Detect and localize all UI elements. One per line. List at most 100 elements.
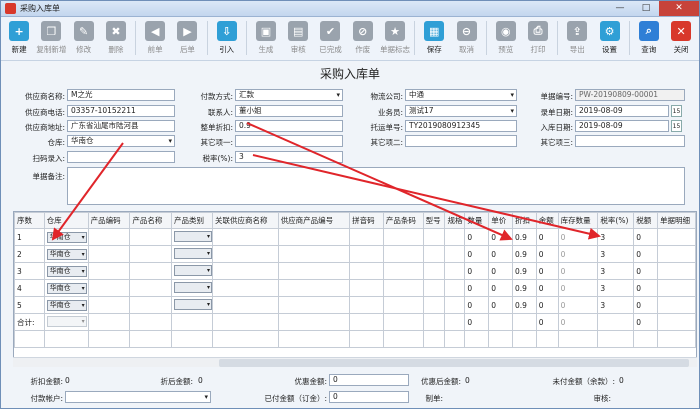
table-cell[interactable] bbox=[349, 279, 384, 297]
other2-field[interactable] bbox=[405, 135, 517, 147]
column-header[interactable]: 税额 bbox=[633, 212, 659, 229]
category-combo[interactable] bbox=[174, 281, 212, 293]
table-cell[interactable] bbox=[349, 262, 384, 280]
tax-amount-cell[interactable]: 0 bbox=[633, 245, 659, 263]
price-cell[interactable]: 0 bbox=[488, 279, 513, 297]
table-cell[interactable] bbox=[422, 245, 446, 263]
toolbar-copy-new-button[interactable]: ❐ 复制新增 bbox=[35, 21, 67, 55]
quantity-cell[interactable]: 0 bbox=[464, 279, 490, 297]
table-cell[interactable] bbox=[277, 296, 351, 314]
pay-account-select[interactable] bbox=[65, 391, 211, 403]
tax-amount-cell[interactable]: 0 bbox=[633, 279, 659, 297]
table-cell[interactable] bbox=[349, 296, 384, 314]
column-header[interactable]: 产品名称 bbox=[129, 212, 173, 229]
detail-cell[interactable] bbox=[657, 296, 696, 314]
product-category-cell[interactable] bbox=[171, 279, 214, 297]
scrollbar-thumb[interactable] bbox=[219, 359, 689, 367]
table-cell[interactable] bbox=[444, 228, 466, 246]
toolbar-preview-button[interactable]: ◉ 预览 bbox=[490, 21, 522, 55]
table-cell[interactable] bbox=[277, 279, 351, 297]
category-combo[interactable] bbox=[174, 230, 212, 242]
toolbar-print-button[interactable]: ⎙ 打印 bbox=[522, 21, 554, 55]
category-combo[interactable] bbox=[174, 298, 212, 310]
product-code-cell[interactable] bbox=[87, 228, 131, 246]
table-row[interactable]: 2华南仓000.90030 bbox=[14, 245, 696, 263]
toolbar-flag-button[interactable]: ★ 单据标志 bbox=[379, 21, 411, 55]
supplier-address-field[interactable]: 广东省汕尾市陆河县 bbox=[67, 120, 175, 132]
column-header[interactable]: 税率(%) bbox=[597, 212, 635, 229]
toolbar-audit-button[interactable]: ▤ 审核 bbox=[282, 21, 314, 55]
minimize-button[interactable]: — bbox=[607, 1, 633, 16]
pay-method-select[interactable]: 汇款 bbox=[235, 89, 343, 101]
product-code-cell[interactable] bbox=[87, 279, 131, 297]
toolbar-void-button[interactable]: ⊘ 作废 bbox=[347, 21, 379, 55]
warehouse-cell[interactable]: 华南仓 bbox=[43, 279, 89, 297]
warehouse-combo[interactable]: 华南仓 bbox=[46, 231, 87, 243]
paid-amount-field[interactable]: 0 bbox=[329, 391, 409, 403]
amount-cell[interactable]: 0 bbox=[535, 279, 559, 297]
column-header[interactable]: 产品类别 bbox=[171, 212, 214, 229]
category-combo[interactable] bbox=[174, 264, 212, 276]
table-cell[interactable] bbox=[422, 296, 446, 314]
table-cell[interactable] bbox=[382, 296, 424, 314]
product-category-cell[interactable] bbox=[171, 262, 214, 280]
remark-textarea[interactable] bbox=[67, 167, 685, 205]
quantity-cell[interactable]: 0 bbox=[464, 262, 490, 280]
column-header[interactable]: 规格 bbox=[444, 212, 466, 229]
discount-cell[interactable]: 0.9 bbox=[512, 279, 537, 297]
toolbar-delete-button[interactable]: ✖ 删除 bbox=[100, 21, 132, 55]
tax-amount-cell[interactable]: 0 bbox=[633, 296, 659, 314]
detail-cell[interactable] bbox=[657, 245, 696, 263]
toolbar-import-button[interactable]: ⇩ 引入 bbox=[211, 21, 243, 55]
toolbar-settings-button[interactable]: ⚙ 设置 bbox=[593, 21, 625, 55]
tax-rate-cell[interactable]: 3 bbox=[597, 245, 635, 263]
table-cell[interactable] bbox=[444, 262, 466, 280]
product-name-cell[interactable] bbox=[129, 245, 173, 263]
warehouse-combo[interactable]: 华南仓 bbox=[46, 248, 87, 260]
price-cell[interactable]: 0 bbox=[488, 245, 513, 263]
toolbar-generate-button[interactable]: ▣ 生成 bbox=[250, 21, 282, 55]
product-code-cell[interactable] bbox=[87, 262, 131, 280]
product-category-cell[interactable] bbox=[171, 296, 214, 314]
table-cell[interactable] bbox=[277, 228, 351, 246]
table-cell[interactable] bbox=[382, 245, 424, 263]
salesman-select[interactable]: 测试17 bbox=[405, 105, 517, 117]
column-header[interactable]: 折扣 bbox=[512, 212, 537, 229]
toolbar-cancel-button[interactable]: ⊖ 取消 bbox=[450, 21, 482, 55]
table-cell[interactable] bbox=[444, 245, 466, 263]
table-cell[interactable] bbox=[349, 228, 384, 246]
column-header[interactable]: 供应商产品编号 bbox=[277, 212, 351, 229]
price-cell[interactable]: 0 bbox=[488, 228, 513, 246]
table-cell[interactable] bbox=[212, 245, 279, 263]
table-cell[interactable] bbox=[382, 279, 424, 297]
column-header[interactable]: 单价 bbox=[488, 212, 513, 229]
warehouse-cell[interactable]: 华南仓 bbox=[43, 245, 89, 263]
table-row[interactable]: 5华南仓000.90030 bbox=[14, 296, 696, 314]
warehouse-combo[interactable]: 华南仓 bbox=[46, 282, 87, 294]
column-header[interactable]: 库存数量 bbox=[557, 212, 599, 229]
amount-cell[interactable]: 0 bbox=[535, 262, 559, 280]
product-name-cell[interactable] bbox=[129, 279, 173, 297]
toolbar-edit-button[interactable]: ✎ 修改 bbox=[68, 21, 100, 55]
discount-cell[interactable]: 0.9 bbox=[512, 245, 537, 263]
product-name-cell[interactable] bbox=[129, 296, 173, 314]
table-cell[interactable] bbox=[277, 262, 351, 280]
column-header[interactable]: 序数 bbox=[14, 212, 45, 229]
tax-rate-cell[interactable]: 3 bbox=[597, 228, 635, 246]
other1-field[interactable] bbox=[235, 135, 343, 147]
discount-cell[interactable]: 0.9 bbox=[512, 262, 537, 280]
product-name-cell[interactable] bbox=[129, 228, 173, 246]
product-code-cell[interactable] bbox=[87, 296, 131, 314]
warehouse-cell[interactable]: 华南仓 bbox=[43, 262, 89, 280]
quantity-cell[interactable]: 0 bbox=[464, 228, 490, 246]
column-header[interactable]: 型号 bbox=[422, 212, 446, 229]
table-cell[interactable] bbox=[212, 279, 279, 297]
tax-amount-cell[interactable]: 0 bbox=[633, 228, 659, 246]
table-row[interactable]: 1华南仓000.90030 bbox=[14, 228, 696, 246]
table-cell[interactable] bbox=[349, 245, 384, 263]
promo-amount-field[interactable]: 0 bbox=[329, 374, 409, 386]
table-row[interactable]: 4华南仓000.90030 bbox=[14, 279, 696, 297]
tax-amount-cell[interactable]: 0 bbox=[633, 262, 659, 280]
detail-cell[interactable] bbox=[657, 279, 696, 297]
toolbar-completed-button[interactable]: ✔ 已完成 bbox=[314, 21, 346, 55]
